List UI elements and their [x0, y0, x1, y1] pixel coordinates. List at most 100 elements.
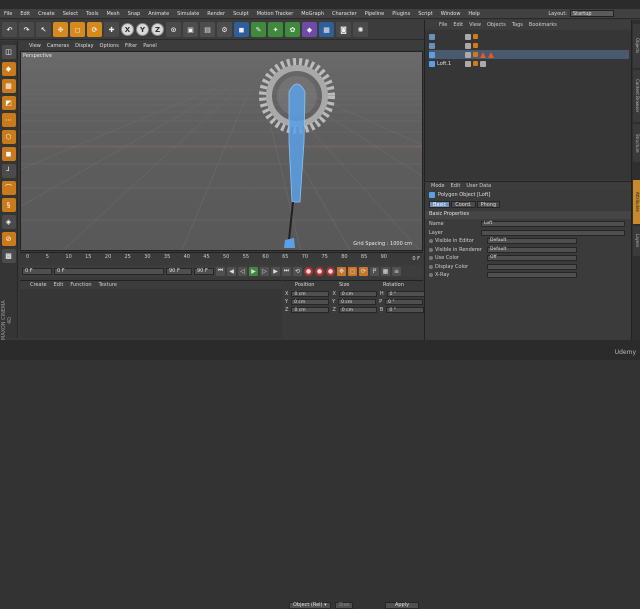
live-selection-icon[interactable]: ↖ [36, 22, 51, 37]
go-to-start-icon[interactable]: ⏮ [216, 266, 225, 276]
material-tag-icon[interactable] [480, 51, 486, 58]
object-menu-view[interactable]: View [469, 22, 481, 28]
tab-structure[interactable]: Structure [633, 124, 640, 162]
object-row-selected[interactable] [429, 50, 629, 59]
autokeying-icon[interactable]: ● [315, 266, 324, 276]
phong-tag-icon[interactable] [473, 61, 478, 66]
undo-icon[interactable]: ↶ [2, 22, 17, 37]
texture-tag-icon[interactable] [480, 60, 486, 67]
object-menu-file[interactable]: File [439, 22, 447, 28]
phong-tag-icon[interactable] [473, 52, 478, 57]
render-view-icon[interactable]: ▣ [183, 22, 198, 37]
render-settings-icon[interactable]: ⚙ [217, 22, 232, 37]
object-menu-tags[interactable]: Tags [512, 22, 523, 28]
tab-coord[interactable]: Coord. [451, 201, 476, 208]
polygons-mode-icon[interactable]: ◼ [1, 147, 16, 161]
workplane-mode-icon[interactable]: ◩ [1, 96, 16, 110]
position-field[interactable]: 0 cm [291, 299, 330, 305]
end-frame-field[interactable]: 90 F [166, 267, 192, 275]
layout-dropdown[interactable]: Startup [570, 10, 614, 17]
material-menu-create[interactable]: Create [30, 282, 47, 288]
attribute-value-field[interactable] [487, 263, 577, 270]
previous-key-icon[interactable]: ◀ [227, 266, 236, 276]
menu-item-snap[interactable]: Snap [124, 11, 145, 17]
move-icon[interactable]: ✥ [53, 22, 68, 37]
point-level-key-icon[interactable]: ▦ [381, 266, 390, 276]
snap-icon[interactable]: § [1, 198, 16, 212]
menu-item-file[interactable]: File [0, 11, 16, 17]
phong-tag-icon[interactable] [473, 34, 478, 39]
menu-item-render[interactable]: Render [203, 11, 229, 17]
rotation-field[interactable]: 0 ° [385, 299, 424, 305]
position-key-icon[interactable]: ✥ [337, 266, 346, 276]
viewport-menu-display[interactable]: Display [75, 43, 93, 49]
loop-icon[interactable]: ⟲ [293, 266, 302, 276]
previous-frame-icon[interactable]: ◁ [238, 266, 247, 276]
menu-item-help[interactable]: Help [464, 11, 483, 17]
rotation-key-icon[interactable]: ⟳ [359, 266, 368, 276]
lock-workplane-icon[interactable]: ▩ [1, 249, 16, 263]
menu-item-window[interactable]: Window [437, 11, 465, 17]
edges-mode-icon[interactable]: ⬡ [1, 130, 16, 144]
attribute-value-field[interactable]: Loft [481, 221, 625, 227]
object-menu-bookmarks[interactable]: Bookmarks [529, 22, 557, 28]
tab-objects[interactable]: Objects [633, 24, 640, 68]
size-mode-dropdown[interactable]: Size [335, 602, 354, 609]
viewport-menu-filter[interactable]: Filter [125, 43, 137, 49]
attribute-value-field[interactable]: Default [487, 238, 577, 244]
position-field[interactable]: 0 cm [291, 291, 330, 297]
menu-item-sculpt[interactable]: Sculpt [229, 11, 253, 17]
soft-selection-icon[interactable]: ⊘ [1, 232, 16, 246]
x-axis-lock-icon[interactable]: X [121, 23, 134, 36]
camera-icon[interactable]: ◙ [336, 22, 351, 37]
animation-dot-icon[interactable] [429, 273, 433, 277]
visibility-dots-icon[interactable] [465, 42, 471, 49]
play-icon[interactable]: ▶ [249, 266, 258, 276]
menu-item-select[interactable]: Select [59, 11, 82, 17]
model-mode-icon[interactable]: ◆ [1, 62, 16, 76]
tab-phong[interactable]: Phong [476, 201, 501, 208]
phong-tag-icon[interactable] [473, 43, 478, 48]
menu-item-tools[interactable]: Tools [82, 11, 102, 17]
tab-basic[interactable]: Basic [429, 201, 451, 208]
rotation-field[interactable]: 0 ° [386, 291, 425, 297]
object-row[interactable] [429, 32, 629, 41]
menu-item-simulate[interactable]: Simulate [173, 11, 203, 17]
attribute-menu-user-data[interactable]: User Data [466, 183, 491, 189]
attribute-menu-mode[interactable]: Mode [431, 183, 445, 189]
array-icon[interactable]: ✿ [285, 22, 300, 37]
size-field[interactable]: 0 cm [338, 307, 377, 313]
light-icon[interactable]: ✺ [353, 22, 368, 37]
pen-spline-icon[interactable]: ✎ [251, 22, 266, 37]
timeline-menu-icon[interactable]: ≡ [392, 266, 401, 276]
texture-mode-icon[interactable]: ▦ [1, 79, 16, 93]
visibility-dots-icon[interactable] [465, 33, 471, 40]
start-frame-field[interactable]: 0 F [22, 267, 52, 275]
material-menu-function[interactable]: Function [70, 282, 91, 288]
tab-layers[interactable]: Layers [633, 226, 640, 256]
position-field[interactable]: 0 cm [291, 307, 330, 313]
subdivision-icon[interactable]: ✦ [268, 22, 283, 37]
attribute-value-field[interactable]: Off [487, 255, 577, 261]
visibility-dots-icon[interactable] [465, 60, 471, 67]
material-menu-texture[interactable]: Texture [99, 282, 117, 288]
object-row[interactable] [429, 41, 629, 50]
viewport-menu-options[interactable]: Options [100, 43, 119, 49]
next-key-icon[interactable]: ▶ [271, 266, 280, 276]
material-menu-edit[interactable]: Edit [54, 282, 64, 288]
render-picture-viewer-icon[interactable]: ▤ [200, 22, 215, 37]
deformer-icon[interactable]: ◆ [302, 22, 317, 37]
attribute-value-field[interactable]: Default [487, 246, 577, 253]
apply-button[interactable]: Apply [385, 602, 419, 609]
z-axis-lock-icon[interactable]: Z [151, 23, 164, 36]
menu-item-mograph[interactable]: MoGraph [297, 11, 328, 17]
workplane-icon[interactable]: ◈ [1, 215, 16, 229]
redo-icon[interactable]: ↷ [19, 22, 34, 37]
menu-item-plugins[interactable]: Plugins [388, 11, 414, 17]
uvw-tag-icon[interactable] [488, 51, 494, 58]
parameter-key-icon[interactable]: P [370, 266, 379, 276]
tweak-mode-icon[interactable]: ⌒ [1, 181, 16, 195]
visibility-dots-icon[interactable] [465, 51, 471, 58]
tab-attributes[interactable]: Attributes [633, 180, 640, 224]
animation-dot-icon[interactable] [429, 239, 433, 243]
